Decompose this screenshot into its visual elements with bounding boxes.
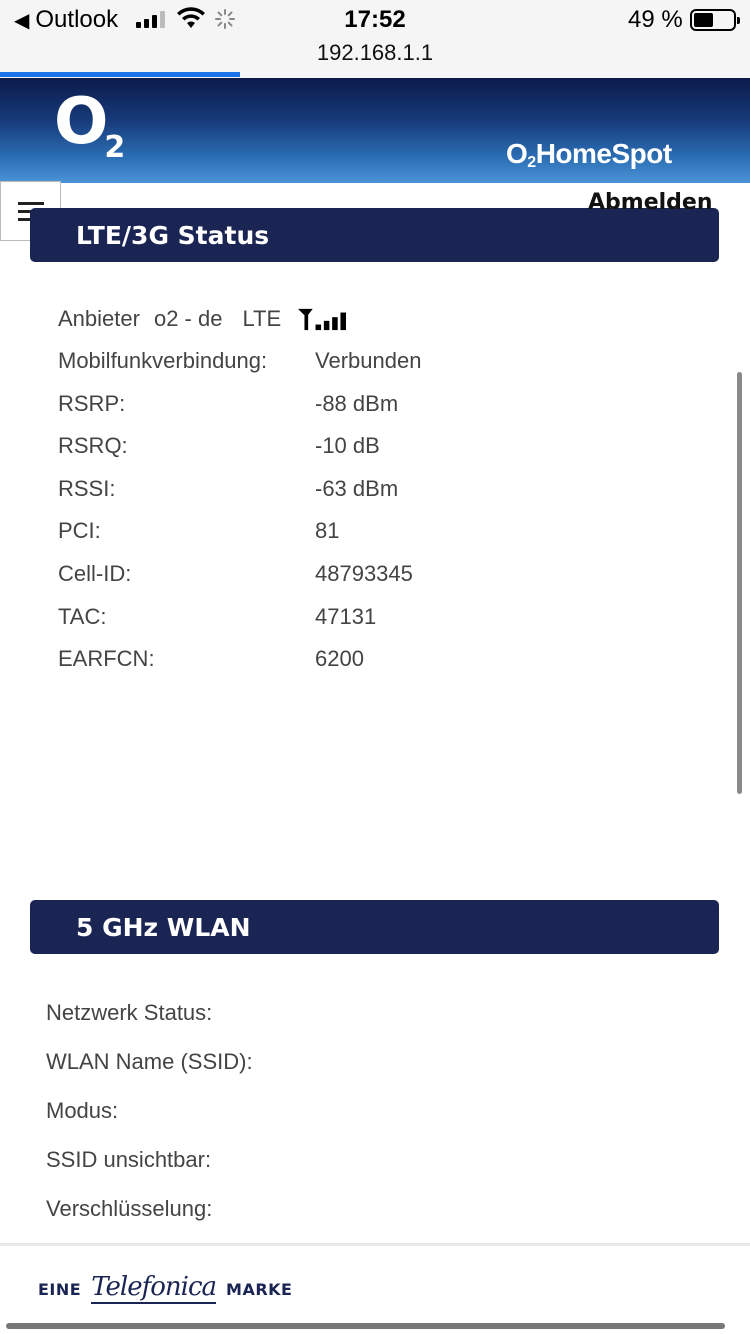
footer-suffix: MARKE bbox=[226, 1279, 293, 1299]
network-type: LTE bbox=[242, 306, 282, 331]
signal-strength-icon bbox=[298, 308, 347, 331]
wlan-row-label: Netzwerk Status: bbox=[46, 1000, 213, 1025]
lte-row-label: Cell-ID: bbox=[58, 561, 132, 586]
lte-row-label: RSRP: bbox=[58, 391, 126, 416]
provider-label: Anbieter bbox=[58, 306, 140, 331]
home-indicator[interactable] bbox=[6, 1323, 725, 1329]
status-bar: ◀ Outlook 17:52 49 % 192.168.1.1 bbox=[0, 0, 750, 78]
wlan-row-label: SSID unsichtbar: bbox=[46, 1147, 212, 1172]
lte-status-header: LTE/3G Status bbox=[30, 208, 719, 262]
lte-row-value: -63 dBm bbox=[315, 476, 399, 501]
lte-row-value: -88 dBm bbox=[315, 391, 399, 416]
site-header: O2 O2HomeSpot bbox=[0, 78, 750, 183]
lte-row-label: RSSI: bbox=[58, 476, 116, 501]
footer-brand: EINE Telefonica MARKE bbox=[38, 1274, 292, 1304]
battery-icon bbox=[690, 9, 740, 31]
lte-row-value: 81 bbox=[315, 518, 340, 543]
telefonica-logo: Telefonica bbox=[91, 1272, 217, 1304]
lte-row-value: Verbunden bbox=[315, 348, 422, 373]
lte-row-label: TAC: bbox=[58, 604, 107, 629]
wlan-row-label: Modus: bbox=[46, 1098, 119, 1123]
provider-value: o2 - de bbox=[153, 306, 223, 331]
battery-percentage: 49 % bbox=[628, 6, 683, 33]
lte-row-value: -10 dB bbox=[315, 433, 380, 458]
wlan-row-label: Verschlüsselung: bbox=[46, 1196, 213, 1221]
lte-row-label: EARFCN: bbox=[58, 646, 155, 671]
homespot-brand: O2HomeSpot bbox=[506, 138, 672, 171]
lte-row-value: 48793345 bbox=[315, 561, 413, 586]
wlan-5ghz-header: 5 GHz WLAN bbox=[30, 900, 719, 954]
logout-link[interactable]: Abmelden bbox=[588, 190, 713, 215]
lte-row-label: RSRQ: bbox=[58, 433, 128, 458]
address-bar-url[interactable]: 192.168.1.1 bbox=[0, 40, 750, 66]
lte-row-value: 47131 bbox=[315, 604, 377, 629]
lte-row-label: Mobilfunkverbindung: bbox=[58, 348, 268, 373]
footer-prefix: EINE bbox=[38, 1279, 82, 1299]
o2-logo: O2 bbox=[54, 85, 126, 165]
provider-row: Anbieter o2 - de LTE bbox=[58, 306, 349, 332]
page-load-progress bbox=[0, 72, 240, 77]
scrollbar[interactable] bbox=[737, 372, 742, 794]
lte-row-value: 6200 bbox=[315, 646, 364, 671]
lte-row-label: PCI: bbox=[58, 518, 101, 543]
wlan-row-label: WLAN Name (SSID): bbox=[46, 1049, 253, 1074]
footer-divider bbox=[0, 1243, 750, 1246]
menu-icon-line bbox=[17, 201, 44, 205]
